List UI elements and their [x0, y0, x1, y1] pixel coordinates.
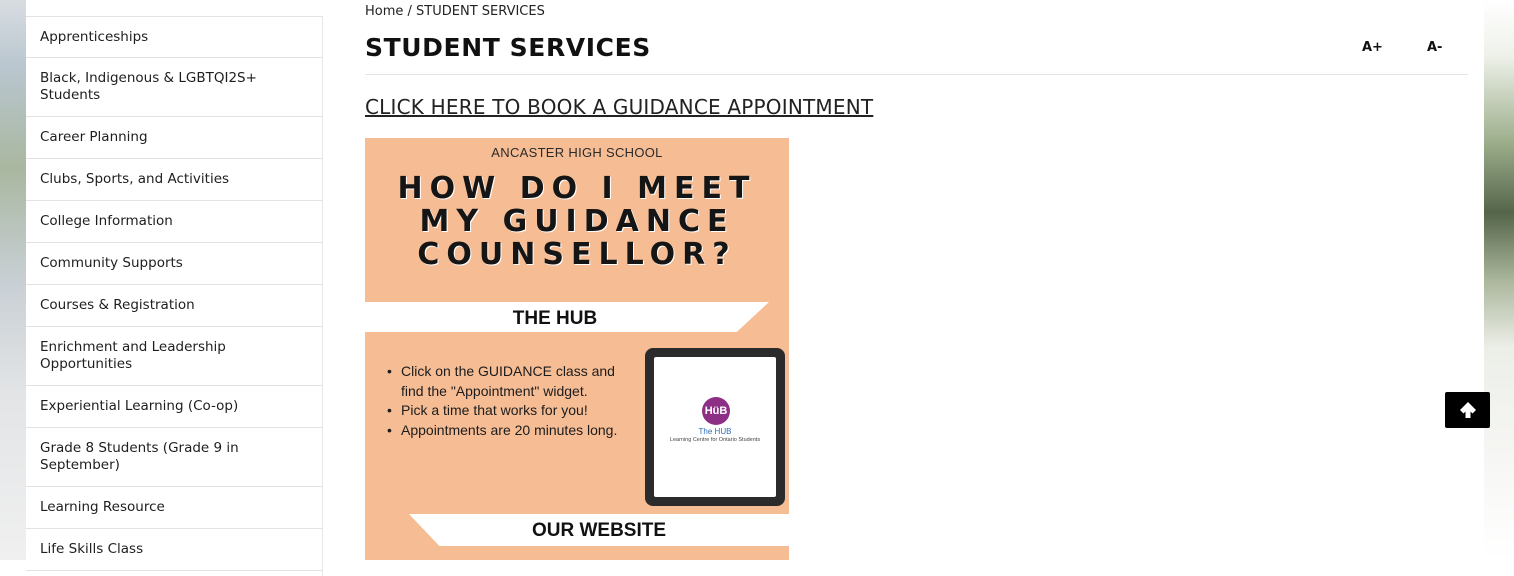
- guidance-poster-image: ANCASTER HIGH SCHOOL HOW DO I MEET MY GU…: [365, 138, 789, 560]
- sidebar-item-label: College Information: [40, 213, 173, 229]
- tablet-hub-name: The HUB: [698, 427, 732, 436]
- sidebar-item-label: Grade 8 Students (Grade 9 in September): [40, 440, 239, 473]
- sidebar-item-career-planning[interactable]: Career Planning: [26, 117, 322, 159]
- font-size-increase-button[interactable]: A+: [1362, 40, 1383, 55]
- font-size-decrease-button[interactable]: A-: [1427, 40, 1442, 55]
- sidebar-item-apprenticeships[interactable]: Apprenticeships: [26, 16, 322, 58]
- sidebar-item-learning-resource[interactable]: Learning Resource: [26, 487, 322, 529]
- title-divider: [365, 74, 1468, 75]
- poster-school-name: ANCASTER HIGH SCHOOL: [491, 145, 663, 160]
- tablet-illustration: HüB The HUB Learning Centre for Ontario …: [645, 348, 785, 506]
- breadcrumb: Home / STUDENT SERVICES: [365, 4, 545, 19]
- poster-headline-line: MY GUIDANCE: [419, 204, 735, 239]
- sidebar-item-community-supports[interactable]: Community Supports: [26, 243, 322, 285]
- sidebar-item-clubs-sports-activities[interactable]: Clubs, Sports, and Activities: [26, 159, 322, 201]
- breadcrumb-current: STUDENT SERVICES: [416, 4, 545, 19]
- sidebar-item-grade-8-students[interactable]: Grade 8 Students (Grade 9 in September): [26, 428, 322, 487]
- tablet-hub-subtitle: Learning Centre for Ontario Students: [669, 437, 761, 443]
- sidebar-item-label: Apprenticeships: [40, 28, 149, 45]
- sidebar-item-label: Clubs, Sports, and Activities: [40, 171, 230, 187]
- tablet-screen: HüB The HUB Learning Centre for Ontario …: [654, 357, 776, 497]
- book-guidance-appointment-link[interactable]: CLICK HERE TO BOOK A GUIDANCE APPOINTMEN…: [365, 95, 873, 119]
- sidebar-item-college-information[interactable]: College Information: [26, 201, 322, 243]
- sidebar-item-label: Career Planning: [40, 129, 148, 145]
- back-to-top-button[interactable]: [1445, 392, 1490, 428]
- sidebar-item-label: Black, Indigenous & LGBTQI2S+ Students: [40, 70, 257, 103]
- breadcrumb-home-link[interactable]: Home: [365, 4, 403, 19]
- sidebar-item-label: Courses & Registration: [40, 297, 195, 313]
- sidebar-item-life-skills-class[interactable]: Life Skills Class: [26, 529, 322, 571]
- sidebar-item-label: Experiential Learning (Co-op): [40, 398, 239, 414]
- sidebar-item-experiential-learning[interactable]: Experiential Learning (Co-op): [26, 386, 322, 428]
- sidebar-item-label: Life Skills Class: [40, 541, 144, 557]
- page-title: STUDENT SERVICES: [365, 33, 651, 62]
- sidebar-item-black-indigenous-lgbtqi2s-students[interactable]: Black, Indigenous & LGBTQI2S+ Students: [26, 58, 322, 117]
- arrow-up-icon: [1459, 402, 1476, 418]
- hub-logo-icon: HüB: [702, 397, 730, 425]
- sidebar-item-courses-registration[interactable]: Courses & Registration: [26, 285, 322, 327]
- sidebar-item-label: Community Supports: [40, 255, 183, 271]
- background-image-right: [1484, 0, 1514, 560]
- hub-heading: THE HUB: [512, 308, 598, 329]
- list-item: Pick a time that works for you!: [387, 401, 637, 421]
- poster-headline-line: HOW DO I MEET: [397, 171, 757, 206]
- breadcrumb-separator: /: [403, 4, 417, 19]
- sidebar-item-label: Enrichment and Leadership Opportunities: [40, 339, 226, 372]
- sidebar-item-label: Learning Resource: [40, 499, 165, 515]
- sidebar-nav: Apprenticeships Black, Indigenous & LGBT…: [26, 16, 323, 576]
- background-image-left: [0, 0, 26, 560]
- sidebar-item-enrichment-leadership[interactable]: Enrichment and Leadership Opportunities: [26, 327, 322, 386]
- list-item: Appointments are 20 minutes long.: [387, 421, 637, 441]
- poster-headline-line: COUNSELLOR?: [417, 237, 737, 272]
- website-heading: OUR WEBSITE: [531, 520, 667, 541]
- poster-bullet-list: Click on the GUIDANCE class and find the…: [387, 362, 637, 440]
- list-item: Click on the GUIDANCE class and find the…: [387, 362, 637, 401]
- poster-headline: HOW DO I MEET MY GUIDANCE COUNSELLOR?: [365, 172, 789, 271]
